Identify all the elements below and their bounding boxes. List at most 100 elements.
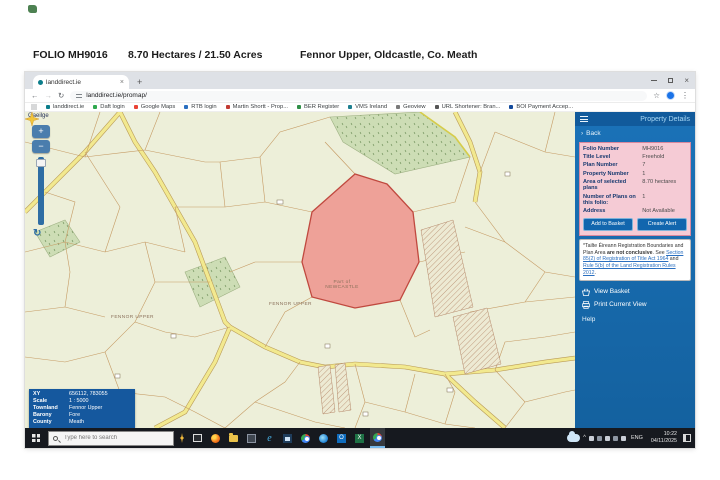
bookmark-item[interactable]: Google Maps [134,104,175,110]
zoom-slider[interactable] [38,157,44,225]
start-button[interactable] [27,428,45,448]
scan-mark [28,5,37,13]
taskbar-app-chrome-active[interactable] [370,428,385,448]
map-info-box: XY656112, 783055 Scale1 : 5000 TownlandF… [29,389,135,428]
cortana-icon[interactable] [177,433,187,443]
bookmark-favicon [226,105,230,109]
tray-icon[interactable] [589,436,594,441]
bookmark-item[interactable]: RTB login [184,104,216,110]
taskbar-app-firefox[interactable] [208,428,223,448]
action-center-icon[interactable] [683,434,691,442]
bookmark-star-icon[interactable]: ☆ [653,91,660,100]
store-icon [283,434,292,443]
zoom-slider-handle[interactable] [36,159,46,167]
chrome-icon [373,433,382,442]
profile-avatar[interactable] [666,91,675,100]
forward-icon[interactable]: → [45,91,53,100]
tray-icon[interactable] [613,436,618,441]
print-current-view-link[interactable]: Print Current View [575,296,695,309]
url-bar[interactable] [70,91,647,101]
back-link[interactable]: › Back [575,126,695,139]
site-settings-icon[interactable] [76,93,82,99]
window-maximize-button[interactable] [668,78,673,83]
tray-icon[interactable] [597,436,602,441]
field-row: Title LevelFreehold [583,154,687,161]
property-details-panel: Property Details › Back Folio NumberMH90… [575,112,695,428]
tray-expand-icon[interactable]: ^ [583,435,586,441]
field-row: Property Number1 [583,171,687,178]
create-alert-button[interactable]: Create Alert [637,218,687,231]
map-artwork [25,112,575,428]
panel-title: Property Details [640,116,690,123]
windows-logo-icon [32,434,40,442]
townland-label-fennor-upper-west: FENNOR UPPER [111,315,154,320]
bookmark-item[interactable]: Geoview [396,104,426,110]
bookmark-favicon [134,105,138,109]
language-indicator[interactable]: ENG [629,435,645,441]
back-chevron-icon: › [581,130,583,137]
bookmark-item[interactable]: Martin Shortt - Prop... [226,104,288,110]
taskbar-app-file-explorer[interactable] [226,428,241,448]
bookmark-favicon [396,105,400,109]
window-close-button[interactable]: × [684,77,689,85]
bookmark-item[interactable]: VMS Ireland [348,104,387,110]
add-to-basket-button[interactable]: Add to Basket [583,218,633,231]
taskbar-app-photos[interactable] [244,428,259,448]
tray-icon[interactable] [621,436,626,441]
window-minimize-button[interactable] [651,80,657,81]
taskbar-clock[interactable]: 10:2204/11/2025 [648,431,680,444]
bookmark-item[interactable]: BOI Payment Accep... [509,104,573,110]
weather-cloud-icon[interactable] [567,434,580,442]
view-basket-link[interactable]: View Basket [575,283,695,296]
windows-taskbar: e O X ^ ENG 10:2204/11/2025 [25,428,695,448]
map-canvas[interactable]: Gaeilge + − ↻ Part ofNEWCASTLE FENNOR UP… [25,112,575,428]
tab-strip: landdirect.ie × + × [25,72,695,89]
bookmark-item[interactable]: Daft login [93,104,125,110]
header-location-text: Fennor Upper, Oldcastle, Co. Meath [300,49,477,61]
panel-menu-icon[interactable] [580,116,588,122]
back-icon[interactable]: ← [31,91,39,100]
taskbar-app-store[interactable] [280,428,295,448]
taskbar-app-internet-explorer[interactable]: e [262,428,277,448]
firefox-icon [211,434,220,443]
new-tab-button[interactable]: + [137,75,142,89]
header-area-text: 8.70 Hectares / 21.50 Acres [128,49,262,61]
compass-icon [25,112,39,126]
info-row: XY656112, 783055 [29,391,135,398]
info-row: CountyMeath [29,419,135,426]
zoom-out-button[interactable]: − [32,140,50,153]
task-view-button[interactable] [190,428,205,448]
folio-details-card: Folio NumberMH9016 Title LevelFreehold P… [579,142,691,236]
bookmark-favicon [435,105,439,109]
search-input[interactable] [62,434,169,442]
url-input[interactable] [86,92,641,99]
browser-window: landdirect.ie × + × ← → ↻ ☆ ⋮ landdirect… [25,72,695,448]
edge-icon [319,434,328,443]
reload-icon[interactable]: ↻ [58,91,64,100]
map-refresh-icon[interactable]: ↻ [33,228,41,239]
apps-grid-icon[interactable] [31,104,37,110]
chrome-icon [301,434,310,443]
taskbar-app-excel[interactable]: X [352,428,367,448]
townland-label-newcastle: Part ofNEWCASTLE [313,280,371,290]
help-link[interactable]: Help [575,309,695,323]
bookmark-item[interactable]: BER Register [297,104,339,110]
legal-link-rule[interactable]: Rule 5(b) of the Land Registration Rules… [583,263,676,276]
file-explorer-icon [229,435,238,442]
taskbar-app-edge[interactable] [316,428,331,448]
bookmark-item[interactable]: URL Shortener: Bran... [435,104,501,110]
tray-icon[interactable] [605,436,610,441]
tab-favicon [38,80,43,85]
zoom-in-button[interactable]: + [32,125,50,138]
bookmark-favicon [348,105,352,109]
browser-menu-icon[interactable]: ⋮ [681,91,689,100]
browser-tab[interactable]: landdirect.ie × [33,75,129,89]
taskbar-search[interactable] [48,431,174,446]
field-row: Number of Plans on this folio:1 [583,194,687,207]
taskbar-app-chrome[interactable] [298,428,313,448]
excel-icon: X [355,434,364,443]
tab-close-icon[interactable]: × [120,79,124,86]
bookmark-item[interactable]: landdirect.ie [46,104,84,110]
internet-explorer-icon: e [267,434,271,443]
taskbar-app-outlook[interactable]: O [334,428,349,448]
